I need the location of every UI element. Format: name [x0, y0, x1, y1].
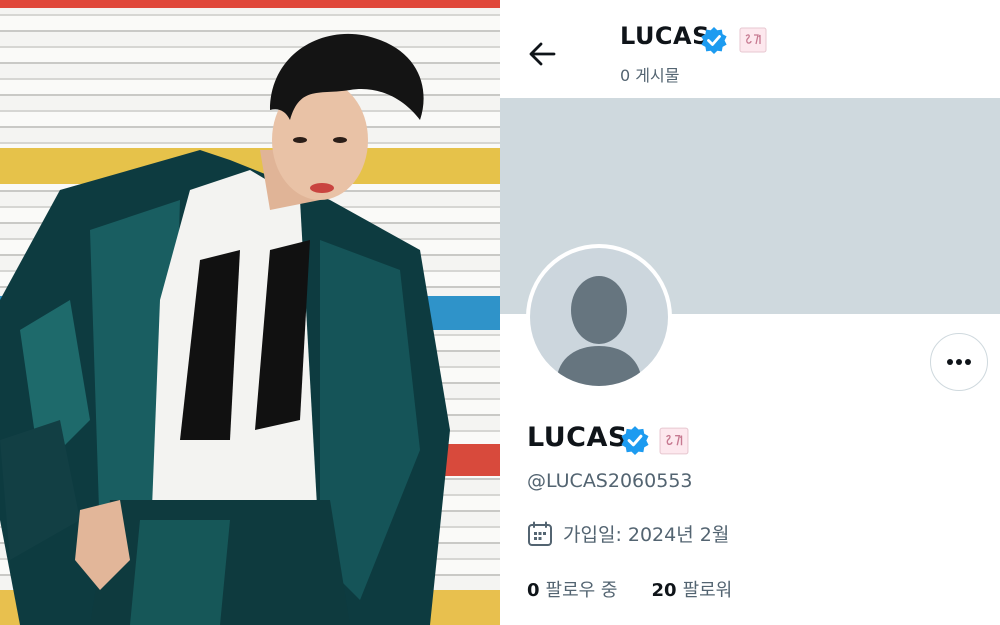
avatar[interactable] — [526, 244, 672, 390]
user-handle: @LUCAS2060553 — [527, 470, 693, 492]
post-count: 0 게시물 — [620, 66, 680, 85]
join-date: 가입일: 2024년 2월 — [527, 520, 729, 547]
back-button[interactable] — [524, 34, 564, 74]
arrow-left-icon — [529, 42, 556, 66]
follow-stats: 0 팔로우 중 20 팔로워 — [527, 576, 766, 602]
following-label: 팔로우 중 — [545, 580, 618, 601]
profile-photo — [0, 0, 500, 625]
more-horizontal-icon — [947, 359, 971, 365]
following-link[interactable]: 0 팔로우 중 — [527, 576, 618, 602]
calendar-icon — [528, 521, 552, 546]
display-name: LUCAS — [527, 422, 628, 453]
profile-header-bar: LUCAS 0 게시물 — [500, 0, 1000, 98]
header-display-name: LUCAS — [620, 22, 710, 50]
default-avatar-icon — [530, 248, 668, 386]
person-illustration — [0, 33, 450, 625]
verified-badge-icon — [701, 27, 727, 54]
verified-badge-icon — [621, 426, 649, 455]
more-options-button[interactable] — [930, 333, 988, 391]
profile-panel: LUCAS 0 게시물 LUCAS @LUCAS2060553 가입일: 202… — [500, 0, 1000, 625]
followers-count: 20 — [651, 580, 677, 601]
join-date-text: 가입일: 2024년 2월 — [563, 524, 730, 546]
affiliate-badge-icon — [739, 27, 767, 53]
followers-link[interactable]: 20 팔로워 — [652, 576, 733, 602]
following-count: 0 — [527, 580, 540, 601]
affiliate-badge-icon — [659, 427, 689, 455]
followers-label: 팔로워 — [682, 580, 733, 601]
